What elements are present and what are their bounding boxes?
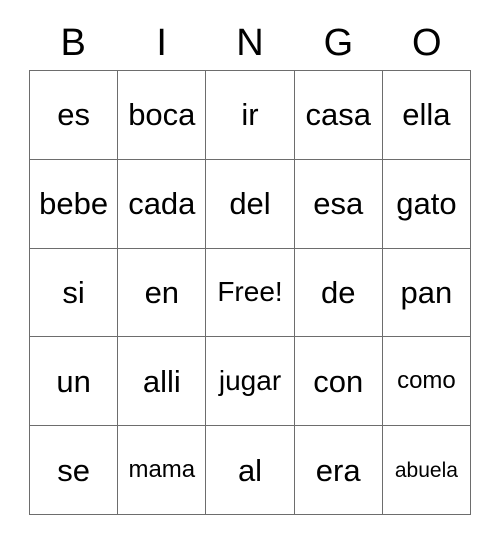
bingo-cell-label: en [144, 274, 180, 310]
bingo-cell-o4[interactable]: como [382, 337, 472, 427]
bingo-cell-label: pan [400, 274, 453, 310]
header-letter-g: G [323, 22, 354, 64]
bingo-cell-n5[interactable]: al [206, 426, 295, 515]
bingo-cell-o2[interactable]: gato [382, 159, 472, 249]
bingo-cell-label: ella [402, 97, 451, 133]
bingo-cell-b5[interactable]: se [30, 426, 119, 515]
bingo-cell-i3[interactable]: en [118, 248, 207, 338]
bingo-cell-label: casa [305, 97, 371, 133]
bingo-cell-o5[interactable]: abuela [382, 426, 472, 515]
bingo-cell-label: al [237, 452, 263, 488]
bingo-cell-b2[interactable]: bebe [30, 159, 119, 249]
bingo-cell-b4[interactable]: un [30, 337, 119, 427]
bingo-grid: es boca ir casa ella bebe cada del esa g… [29, 70, 472, 515]
bingo-cell-g3[interactable]: de [294, 248, 383, 338]
bingo-cell-label: mama [128, 456, 196, 484]
bingo-cell-n1[interactable]: ir [206, 71, 295, 160]
header-letter-i: I [156, 22, 167, 64]
bingo-cell-free-space[interactable]: Free! [206, 248, 295, 338]
bingo-cell-i2[interactable]: cada [118, 159, 207, 249]
bingo-card: B I N G O es boca ir casa ella bebe cada… [0, 0, 500, 544]
bingo-row-3: si en Free! de pan [30, 248, 472, 338]
bingo-cell-label: alli [142, 363, 181, 399]
bingo-cell-label: con [313, 363, 364, 399]
bingo-cell-i5[interactable]: mama [118, 426, 207, 515]
bingo-cell-label: si [62, 274, 85, 310]
bingo-cell-label: como [397, 367, 456, 395]
bingo-cell-label: abuela [394, 458, 458, 482]
bingo-header-row: B I N G O [29, 16, 471, 70]
bingo-cell-o1[interactable]: ella [382, 71, 472, 160]
bingo-cell-label: ir [241, 97, 259, 133]
header-letter-o: O [412, 22, 442, 64]
bingo-cell-n2[interactable]: del [206, 159, 295, 249]
bingo-cell-label: boca [128, 97, 196, 133]
bingo-cell-i4[interactable]: alli [118, 337, 207, 427]
bingo-cell-label: jugar [218, 365, 282, 397]
header-letter-n: N [236, 22, 264, 64]
bingo-cell-label: es [57, 97, 90, 133]
bingo-cell-g4[interactable]: con [294, 337, 383, 427]
bingo-cell-label: cada [128, 186, 196, 222]
bingo-cell-label: se [57, 452, 90, 488]
bingo-row-4: un alli jugar con como [30, 337, 472, 427]
bingo-row-1: es boca ir casa ella [30, 71, 472, 160]
bingo-cell-o3[interactable]: pan [382, 248, 472, 338]
free-space-label: Free! [217, 276, 283, 308]
bingo-row-5: se mama al era abuela [30, 426, 472, 515]
bingo-cell-label: del [229, 186, 271, 222]
bingo-cell-label: bebe [39, 186, 109, 222]
bingo-cell-i1[interactable]: boca [118, 71, 207, 160]
header-letter-b: B [60, 22, 86, 64]
bingo-cell-b1[interactable]: es [30, 71, 119, 160]
bingo-cell-label: era [315, 452, 361, 488]
bingo-cell-n4[interactable]: jugar [206, 337, 295, 427]
bingo-cell-label: de [320, 274, 356, 310]
bingo-cell-g5[interactable]: era [294, 426, 383, 515]
bingo-row-2: bebe cada del esa gato [30, 159, 472, 249]
bingo-cell-g1[interactable]: casa [294, 71, 383, 160]
bingo-cell-b3[interactable]: si [30, 248, 119, 338]
bingo-cell-label: gato [396, 186, 457, 222]
bingo-cell-label: un [56, 363, 91, 399]
bingo-cell-label: esa [313, 186, 364, 222]
bingo-cell-g2[interactable]: esa [294, 159, 383, 249]
